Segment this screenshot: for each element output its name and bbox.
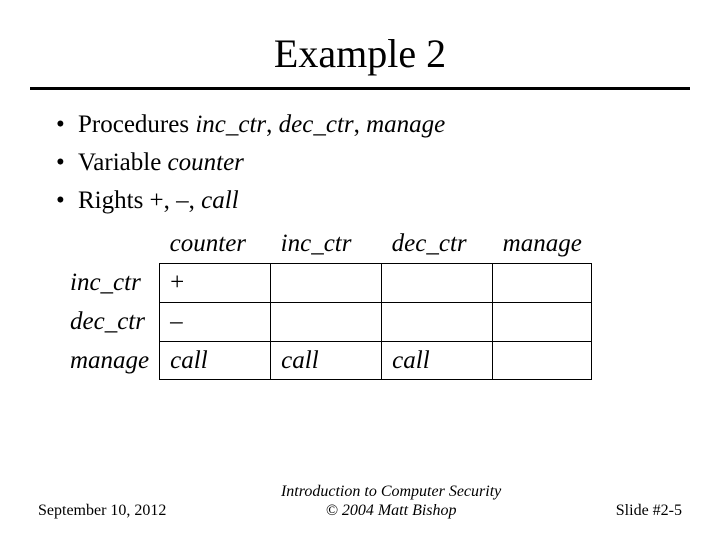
table-cell: [493, 264, 592, 303]
table-cell: [271, 302, 382, 341]
table-cell: +: [160, 264, 271, 303]
text: ,: [354, 111, 367, 138]
text: ,: [266, 111, 279, 138]
bullet-item-variable: Variable counter: [50, 146, 670, 180]
content-area: Procedures inc_ctr, dec_ctr, manage Vari…: [50, 108, 670, 380]
text: Variable: [78, 149, 168, 176]
col-header: counter: [160, 225, 271, 263]
table-cell: –: [160, 302, 271, 341]
table-cell: [382, 302, 493, 341]
table-cell: call: [271, 341, 382, 380]
row-header: manage: [60, 341, 160, 380]
footer-center: Introduction to Computer Security © 2004…: [281, 482, 501, 520]
italic-text: inc_ctr: [195, 111, 266, 138]
italic-text: counter: [168, 149, 244, 176]
table-cell: call: [382, 341, 493, 380]
col-header: dec_ctr: [382, 225, 493, 263]
table-header-row: counter inc_ctr dec_ctr manage: [60, 225, 592, 263]
bullet-item-procedures: Procedures inc_ctr, dec_ctr, manage: [50, 108, 670, 142]
bullet-list: Procedures inc_ctr, dec_ctr, manage Vari…: [50, 108, 670, 217]
table-cell: [493, 341, 592, 380]
row-header: dec_ctr: [60, 302, 160, 341]
slide: Example 2 Procedures inc_ctr, dec_ctr, m…: [0, 0, 720, 540]
table-cell: [493, 302, 592, 341]
text: Procedures: [78, 111, 195, 138]
table-cell: [271, 264, 382, 303]
footer-date: September 10, 2012: [38, 502, 166, 520]
table-cell: call: [160, 341, 271, 380]
access-matrix-table: counter inc_ctr dec_ctr manage inc_ctr +…: [60, 225, 592, 380]
italic-text: call: [201, 187, 239, 214]
footer-title-line: Introduction to Computer Security: [281, 482, 501, 501]
bullet-item-rights: Rights +, –, call: [50, 184, 670, 218]
italic-text: manage: [366, 111, 445, 138]
table-cell: [382, 264, 493, 303]
col-header: manage: [493, 225, 592, 263]
row-header: inc_ctr: [60, 264, 160, 303]
table-row: dec_ctr –: [60, 302, 592, 341]
slide-title: Example 2: [0, 0, 720, 87]
footer-slide-number: Slide #2-5: [616, 502, 682, 520]
footer-copyright-line: © 2004 Matt Bishop: [281, 501, 501, 520]
corner-blank: [60, 225, 160, 263]
col-header: inc_ctr: [271, 225, 382, 263]
title-rule: [30, 87, 690, 90]
footer: September 10, 2012 Introduction to Compu…: [0, 482, 720, 520]
italic-text: dec_ctr: [279, 111, 354, 138]
table-row: inc_ctr +: [60, 264, 592, 303]
text: Rights +, –,: [78, 187, 201, 214]
table-row: manage call call call: [60, 341, 592, 380]
